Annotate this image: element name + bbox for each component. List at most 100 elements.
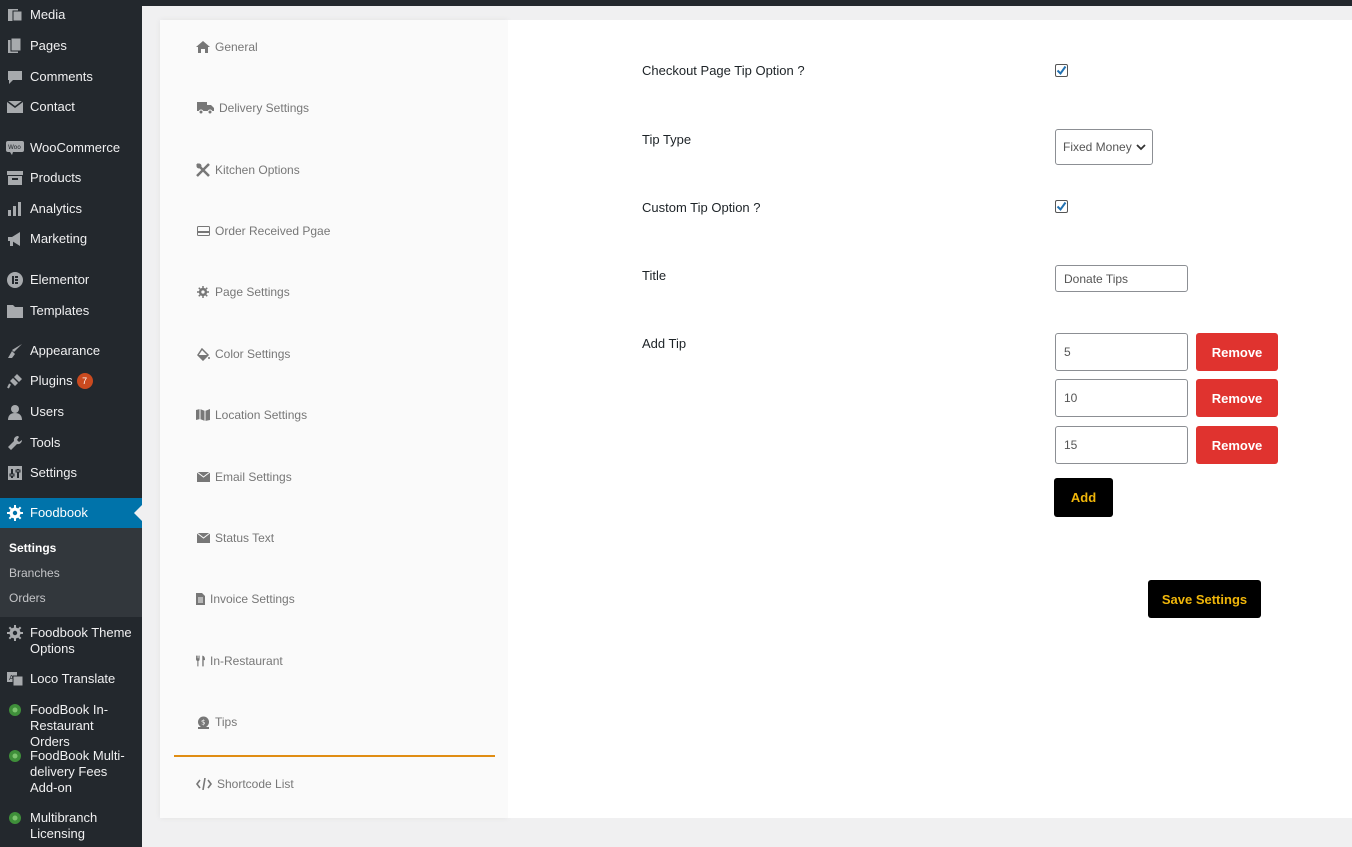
menu-item-marketing[interactable]: Marketing xyxy=(0,231,142,247)
tab-label: Tips xyxy=(215,715,238,729)
tab-label: Order Received Pgae xyxy=(215,224,331,238)
menu-label: Users xyxy=(30,404,64,419)
tab-label: Delivery Settings xyxy=(219,101,310,115)
menu-item-analytics[interactable]: Analytics xyxy=(0,201,142,217)
truck-icon xyxy=(196,101,214,115)
menu-label: Plugins xyxy=(30,373,73,388)
tab-email-settings[interactable]: Email Settings xyxy=(196,470,292,484)
wrench-icon xyxy=(0,435,30,451)
tab-delivery-settings[interactable]: Delivery Settings xyxy=(196,101,309,115)
tab-label: Location Settings xyxy=(215,408,308,422)
tab-label: General xyxy=(215,40,258,54)
translate-icon: A xyxy=(0,671,30,687)
file-icon xyxy=(196,592,205,606)
tab-tips[interactable]: $ Tips xyxy=(196,715,237,729)
title-input[interactable]: Donate Tips xyxy=(1055,265,1188,292)
menu-item-foodbook-in-restaurant-orders[interactable]: FoodBook In-Restaurant Orders xyxy=(0,702,142,750)
tab-status-text[interactable]: Status Text xyxy=(196,531,274,545)
tab-general[interactable]: General xyxy=(196,40,258,54)
submenu-branches[interactable]: Branches xyxy=(9,566,60,580)
tab-label: Page Settings xyxy=(215,285,290,299)
menu-label: Marketing xyxy=(30,231,88,246)
tab-shortcode-list[interactable]: Shortcode List xyxy=(196,777,294,791)
menu-item-foodbook[interactable]: Foodbook xyxy=(0,498,142,528)
foodbook-submenu: Settings Branches Orders xyxy=(0,528,142,617)
megaphone-icon xyxy=(0,231,30,247)
menu-item-products[interactable]: Products xyxy=(0,170,142,186)
menu-label: Analytics xyxy=(30,201,83,216)
tab-kitchen-options[interactable]: Kitchen Options xyxy=(196,163,300,177)
add-tip-button[interactable]: Add xyxy=(1054,478,1113,517)
menu-item-comments[interactable]: Comments xyxy=(0,69,142,85)
menu-item-tools[interactable]: Tools xyxy=(0,435,142,451)
menu-item-woocommerce[interactable]: Woo WooCommerce xyxy=(0,140,142,156)
menu-label: WooCommerce xyxy=(30,140,121,155)
menu-item-plugins[interactable]: Plugins 7 xyxy=(0,373,142,389)
bar-chart-icon xyxy=(0,201,30,217)
elementor-icon xyxy=(0,272,30,288)
tab-label: Shortcode List xyxy=(217,777,294,791)
tip-type-value: Fixed Money xyxy=(1063,140,1132,154)
menu-label: Foodbook Theme Options xyxy=(30,625,132,656)
tip-amount-value: 5 xyxy=(1064,345,1071,359)
menu-label: Multibranch Licensing xyxy=(30,810,98,841)
folder-icon xyxy=(0,303,30,319)
tools-icon xyxy=(196,163,210,177)
media-icon xyxy=(0,7,30,23)
menu-item-templates[interactable]: Templates xyxy=(0,303,142,319)
svg-text:A: A xyxy=(9,674,14,682)
menu-label: Tools xyxy=(30,435,61,450)
checkmark-icon xyxy=(1056,65,1067,76)
chevron-down-icon xyxy=(1136,143,1146,150)
title-input-value: Donate Tips xyxy=(1064,271,1129,286)
menu-item-foodbook-theme-options[interactable]: Foodbook Theme Options xyxy=(0,625,142,657)
custom-tip-checkbox[interactable] xyxy=(1055,200,1068,213)
remove-tip-button[interactable]: Remove xyxy=(1196,333,1278,371)
tip-type-label: Tip Type xyxy=(642,132,692,147)
menu-item-multibranch-licensing[interactable]: Multibranch Licensing xyxy=(0,810,142,842)
menu-item-users[interactable]: Users xyxy=(0,404,142,420)
tip-amount-input[interactable]: 15 xyxy=(1055,426,1188,464)
tip-amount-input[interactable]: 10 xyxy=(1055,379,1188,417)
menu-item-settings[interactable]: Settings xyxy=(0,465,142,481)
plug-icon xyxy=(0,373,30,389)
tab-page-settings[interactable]: Page Settings xyxy=(196,285,290,299)
remove-tip-button[interactable]: Remove xyxy=(1196,379,1278,417)
tab-location-settings[interactable]: Location Settings xyxy=(196,408,307,422)
add-tip-label: Add Tip xyxy=(642,336,687,351)
menu-item-foodbook-multi-delivery[interactable]: FoodBook Multi-delivery Fees Add-on xyxy=(0,748,142,796)
menu-item-contact[interactable]: Contact xyxy=(0,99,142,115)
menu-item-appearance[interactable]: Appearance xyxy=(0,343,142,359)
utensils-icon xyxy=(196,654,205,668)
home-icon xyxy=(196,40,210,54)
menu-item-pages[interactable]: Pages xyxy=(0,38,142,54)
tip-amount-value: 10 xyxy=(1064,391,1078,405)
menu-label: Settings xyxy=(30,465,77,480)
leaf-icon xyxy=(0,748,30,764)
tab-invoice-settings[interactable]: Invoice Settings xyxy=(196,592,295,606)
submenu-settings[interactable]: Settings xyxy=(9,541,56,555)
save-settings-button[interactable]: Save Settings xyxy=(1148,580,1261,618)
tab-label: Color Settings xyxy=(215,347,291,361)
menu-item-loco-translate[interactable]: A Loco Translate xyxy=(0,671,142,687)
submenu-orders[interactable]: Orders xyxy=(9,591,46,605)
remove-tip-button[interactable]: Remove xyxy=(1196,426,1278,464)
checkout-tip-checkbox[interactable] xyxy=(1055,64,1068,77)
menu-label: Appearance xyxy=(30,343,101,358)
tip-type-select[interactable]: Fixed Money xyxy=(1055,129,1153,165)
menu-label: Contact xyxy=(30,99,75,114)
pages-icon xyxy=(0,38,30,54)
tab-color-settings[interactable]: Color Settings xyxy=(196,347,290,361)
menu-item-elementor[interactable]: Elementor xyxy=(0,272,142,288)
tab-order-received-page[interactable]: Order Received Pgae xyxy=(196,224,330,238)
menu-item-media[interactable]: Media xyxy=(0,7,142,23)
sliders-icon xyxy=(0,465,30,481)
menu-label: FoodBook In-Restaurant Orders xyxy=(30,702,109,749)
tip-amount-input[interactable]: 5 xyxy=(1055,333,1188,371)
tab-label: Kitchen Options xyxy=(215,163,300,177)
tip-amount-value: 15 xyxy=(1064,438,1078,452)
svg-text:$: $ xyxy=(201,718,205,726)
tab-in-restaurant[interactable]: In-Restaurant xyxy=(196,654,283,668)
menu-label: FoodBook Multi-delivery Fees Add-on xyxy=(30,748,125,795)
current-indicator-arrow xyxy=(134,505,142,521)
